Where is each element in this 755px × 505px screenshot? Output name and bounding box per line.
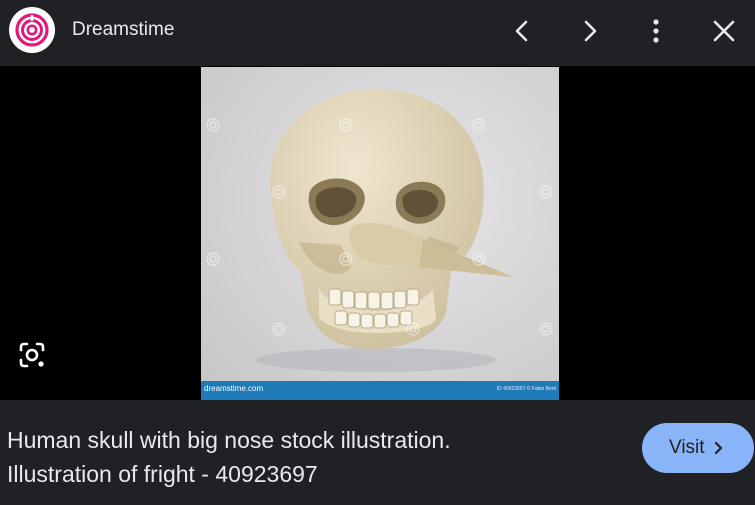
caption-line-1: Human skull with big nose stock illustra… — [7, 427, 451, 453]
site-name[interactable]: Dreamstime — [72, 18, 174, 42]
result-footer: Human skull with big nose stock illustra… — [0, 400, 755, 505]
lens-search-button[interactable] — [15, 338, 49, 372]
chevron-left-icon — [515, 20, 528, 42]
visit-label: Visit — [669, 437, 705, 458]
previous-button[interactable] — [504, 14, 540, 48]
watermark-bar: dreamstime.com ID 40923697 © Fabio Berti — [201, 381, 559, 400]
caption-line-2: Illustration of fright - 40923697 — [7, 461, 318, 487]
next-button[interactable] — [572, 14, 608, 48]
dreamstime-spiral-logo-icon — [15, 13, 49, 47]
watermark-left-text: dreamstime.com — [204, 384, 264, 393]
image-viewer: dreamstime.com ID 40923697 © Fabio Berti — [0, 66, 755, 400]
header-bar: Dreamstime — [0, 0, 755, 66]
more-vert-icon — [653, 19, 659, 43]
close-button[interactable] — [706, 14, 742, 48]
lens-search-icon — [19, 342, 45, 368]
skull-illustration — [201, 67, 559, 400]
visit-button[interactable]: Visit — [642, 423, 754, 473]
site-logo[interactable] — [9, 7, 55, 53]
watermark-right-text: ID 40923697 © Fabio Berti — [496, 386, 556, 392]
chevron-right-icon — [584, 20, 597, 42]
more-options-button[interactable] — [638, 14, 674, 48]
image-title[interactable]: Human skull with big nose stock illustra… — [7, 423, 617, 491]
preview-image[interactable]: dreamstime.com ID 40923697 © Fabio Berti — [201, 67, 559, 400]
close-icon — [713, 20, 735, 42]
chevron-right-icon — [714, 441, 723, 455]
